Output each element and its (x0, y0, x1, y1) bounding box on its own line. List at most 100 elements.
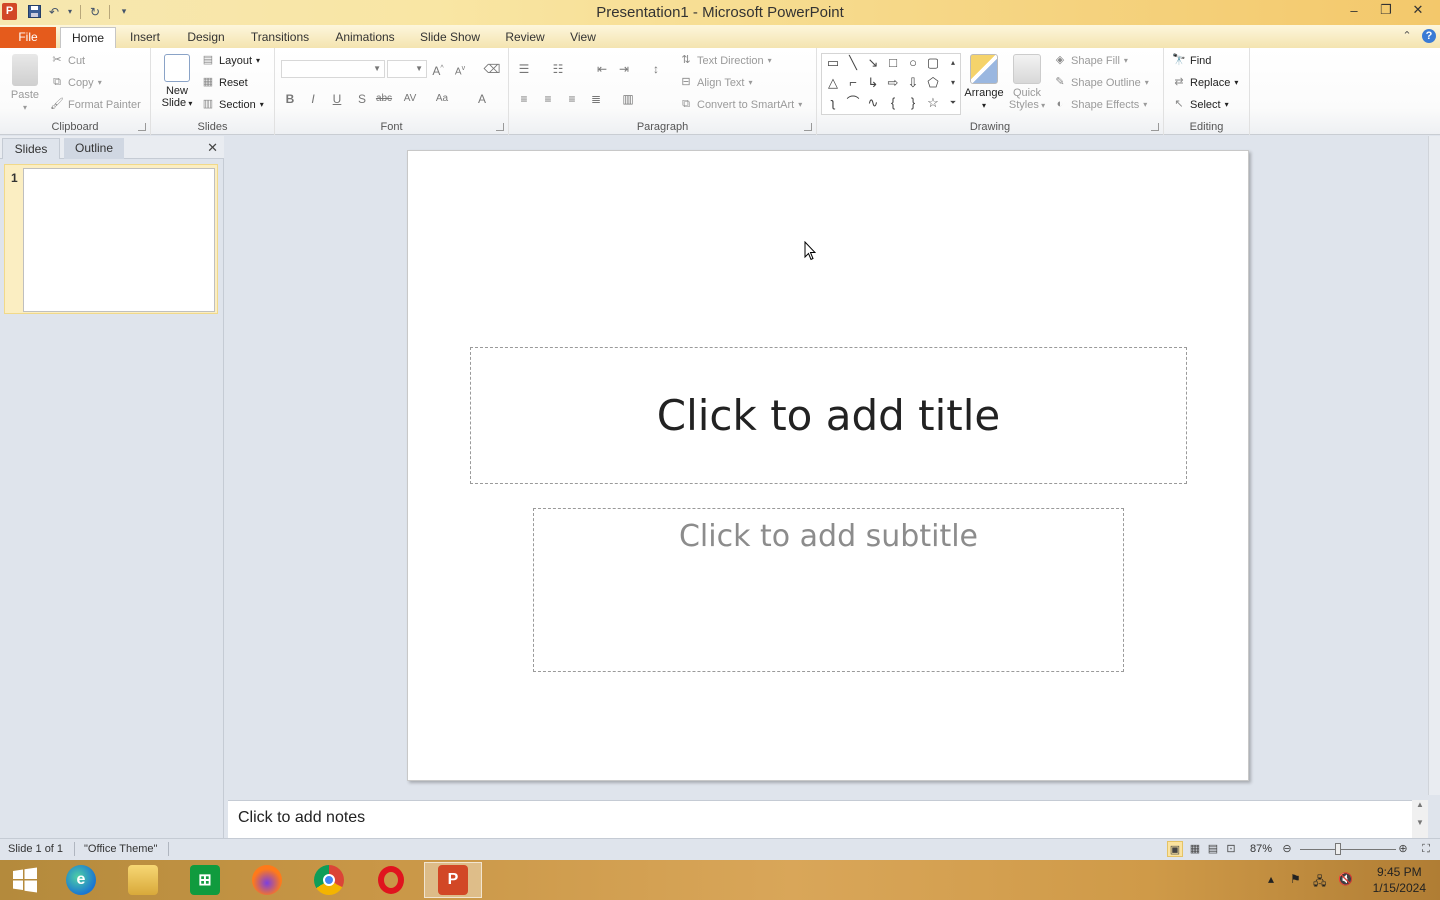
line-shape-icon[interactable]: ╲ (844, 54, 862, 72)
italic-icon[interactable]: I (304, 90, 322, 108)
text-direction-button[interactable]: ⇅ Text Direction ▾ (679, 54, 771, 67)
cut-button[interactable]: ✂ Cut (50, 54, 85, 67)
taskbar-store[interactable]: ⊞ (176, 862, 234, 898)
underline-icon[interactable]: U (328, 90, 346, 108)
rectangle-shape-icon[interactable]: □ (884, 54, 902, 72)
rounded-rectangle-shape-icon[interactable]: ▢ (924, 54, 942, 72)
down-arrow-shape-icon[interactable]: ⇩ (904, 74, 922, 92)
action-center-flag-icon[interactable]: ⚑ (1290, 872, 1301, 886)
shapes-gallery[interactable]: ▭ ╲ ↘ □ ○ ▢ △ ⌐ ↳ ⇨ ⇩ ⬠ ʅ ⌒ ∿ { } ☆ ▴ ▾ … (821, 53, 961, 115)
decrease-indent-icon[interactable]: ⇤ (593, 60, 611, 78)
character-spacing-icon[interactable]: AV (401, 90, 419, 108)
restore-button[interactable]: ❐ (1370, 0, 1402, 20)
align-left-icon[interactable]: ≡ (515, 90, 533, 108)
change-case-icon[interactable]: Aa (433, 90, 451, 108)
paragraph-dialog-launcher[interactable] (804, 123, 812, 131)
elbow-connector-shape-icon[interactable]: ⌐ (844, 74, 862, 92)
tab-review[interactable]: Review (498, 27, 552, 48)
bold-icon[interactable]: B (281, 90, 299, 108)
right-brace-shape-icon[interactable]: } (904, 94, 922, 112)
theme-status[interactable]: "Office Theme" (84, 843, 157, 855)
clear-formatting-icon[interactable]: ⌫ (483, 60, 501, 78)
editor-vertical-scrollbar[interactable] (1428, 136, 1440, 795)
system-clock[interactable]: 9:45 PM 1/15/2024 (1373, 864, 1426, 896)
font-color-icon[interactable]: A (473, 90, 491, 108)
shadow-icon[interactable]: S (353, 90, 371, 108)
tab-file[interactable]: File (0, 27, 56, 48)
strikethrough-icon[interactable]: abc (375, 90, 393, 108)
taskbar-edge[interactable]: e (52, 862, 110, 898)
arrange-button[interactable]: Arrange ▾ (963, 54, 1005, 112)
arrow-line-shape-icon[interactable]: ↘ (864, 54, 882, 72)
quick-styles-button[interactable]: Quick Styles ▾ (1007, 54, 1047, 112)
align-text-button[interactable]: ⊟ Align Text ▾ (679, 76, 752, 89)
minimize-button[interactable]: – (1338, 0, 1370, 20)
zoom-in-icon[interactable]: ⊕ (1395, 841, 1411, 857)
show-hidden-icons[interactable]: ▴ (1268, 872, 1274, 886)
start-button[interactable] (0, 862, 50, 898)
grow-font-icon[interactable]: A^ (429, 60, 447, 78)
font-size-combo[interactable]: ▼ (387, 60, 427, 78)
taskbar-file-explorer[interactable] (114, 862, 172, 898)
slide-canvas[interactable]: Click to add title Click to add subtitle (407, 150, 1249, 781)
tab-design[interactable]: Design (180, 27, 232, 48)
notes-pane[interactable]: Click to add notes (228, 800, 1412, 838)
increase-indent-icon[interactable]: ⇥ (615, 60, 633, 78)
minimize-ribbon-icon[interactable]: ⌃ (1400, 29, 1414, 43)
oval-shape-icon[interactable]: ○ (904, 54, 922, 72)
taskbar-powerpoint[interactable]: P (424, 862, 482, 898)
reading-view-icon[interactable]: ▤ (1205, 841, 1221, 857)
shape-outline-button[interactable]: ✎ Shape Outline ▾ (1053, 76, 1148, 89)
elbow-arrow-shape-icon[interactable]: ↳ (864, 74, 882, 92)
subtitle-placeholder[interactable]: Click to add subtitle (533, 508, 1124, 672)
shape-effects-button[interactable]: ◐ Shape Effects ▾ (1053, 98, 1148, 111)
normal-view-icon[interactable]: ▣ (1167, 841, 1183, 857)
zoom-out-icon[interactable]: ⊖ (1279, 841, 1295, 857)
taskbar-chrome[interactable] (300, 862, 358, 898)
tab-insert[interactable]: Insert (122, 27, 168, 48)
help-icon[interactable]: ? (1422, 29, 1436, 43)
justify-icon[interactable]: ≣ (587, 90, 605, 108)
volume-muted-icon[interactable]: 🔇 (1338, 872, 1353, 886)
gallery-more-icon[interactable]: ⏷ (946, 94, 960, 112)
star-shape-icon[interactable]: ☆ (924, 94, 942, 112)
reset-button[interactable]: ▦ Reset (201, 76, 248, 89)
tab-view[interactable]: View (562, 27, 604, 48)
tab-slides-pane[interactable]: Slides (2, 138, 60, 159)
textbox-shape-icon[interactable]: ▭ (824, 54, 842, 72)
gallery-down-icon[interactable]: ▾ (946, 74, 960, 92)
slide-sorter-icon[interactable]: ▦ (1187, 841, 1203, 857)
zoom-slider-thumb[interactable] (1335, 843, 1341, 855)
slide-thumbnail[interactable] (23, 168, 215, 312)
font-name-combo[interactable]: ▼ (281, 60, 385, 78)
right-arrow-shape-icon[interactable]: ⇨ (884, 74, 902, 92)
replace-button[interactable]: ⇄ Replace ▾ (1172, 76, 1238, 89)
tab-transitions[interactable]: Transitions (244, 27, 316, 48)
network-icon[interactable]: 🖧 (1313, 872, 1326, 893)
zoom-level[interactable]: 87% (1250, 843, 1272, 855)
bullets-icon[interactable]: ☰ (515, 60, 533, 78)
find-button[interactable]: 🔭 Find (1172, 54, 1211, 67)
shape-fill-button[interactable]: ◈ Shape Fill ▾ (1053, 54, 1128, 67)
pentagon-shape-icon[interactable]: ⬠ (924, 74, 942, 92)
shrink-font-icon[interactable]: Av (451, 60, 469, 78)
paste-button[interactable]: Paste ▾ (6, 54, 44, 114)
section-button[interactable]: ▥ Section ▾ (201, 98, 264, 111)
arc-shape-icon[interactable]: ⌒ (844, 94, 862, 112)
layout-button[interactable]: ▤ Layout ▾ (201, 54, 260, 67)
curve-shape-icon[interactable]: ∿ (864, 94, 882, 112)
slide-thumbnail-item[interactable]: 1 (4, 164, 218, 314)
tab-animations[interactable]: Animations (328, 27, 402, 48)
zoom-slider-track[interactable] (1300, 849, 1396, 850)
tab-home[interactable]: Home (60, 27, 116, 48)
taskbar-firefox[interactable] (238, 862, 296, 898)
taskbar-opera[interactable] (362, 862, 420, 898)
select-button[interactable]: ↖ Select ▾ (1172, 98, 1228, 111)
format-painter-button[interactable]: 🖌 Format Painter (50, 98, 141, 111)
left-brace-shape-icon[interactable]: { (884, 94, 902, 112)
slideshow-view-icon[interactable]: ⊡ (1223, 841, 1239, 857)
freeform-shape-icon[interactable]: ʅ (824, 94, 842, 112)
new-slide-button[interactable]: New Slide ▾ (157, 54, 197, 110)
close-button[interactable]: ✕ (1402, 0, 1434, 20)
copy-button[interactable]: ⧉ Copy ▾ (50, 76, 102, 89)
